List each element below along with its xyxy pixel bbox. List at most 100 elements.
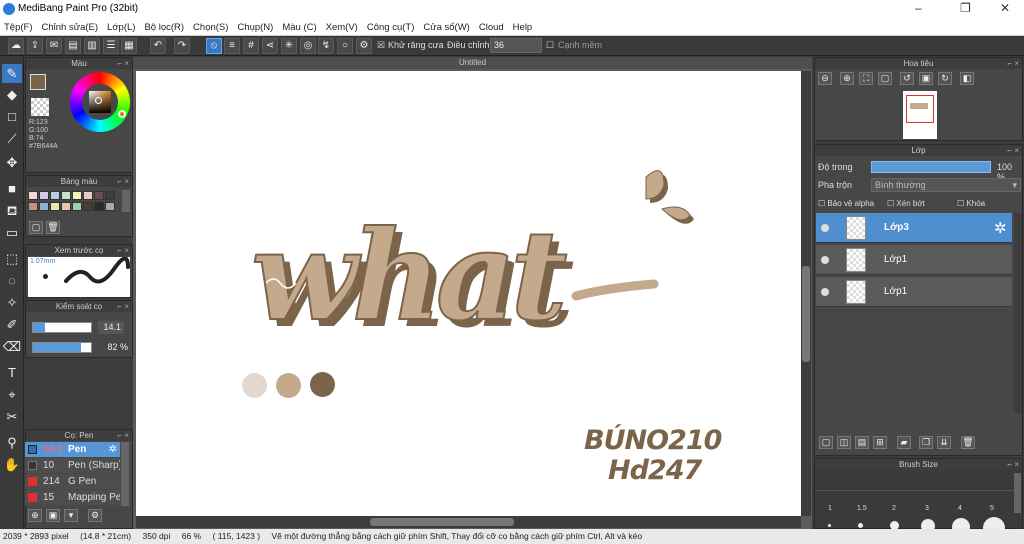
- brush-item-mapping-pen[interactable]: 15 Mapping Pen: [25, 490, 120, 505]
- select-pen-tool-icon[interactable]: ✐: [2, 315, 22, 334]
- transparent-color-swatch[interactable]: [31, 98, 49, 116]
- zoom-out-icon[interactable]: ⊖: [818, 72, 832, 85]
- visibility-icon[interactable]: [821, 288, 829, 296]
- document-tab[interactable]: Untitled: [133, 57, 812, 69]
- zoom-in-icon[interactable]: ⊕: [840, 72, 854, 85]
- divide-tool-icon[interactable]: ✂: [2, 407, 22, 426]
- brush-size-row-small[interactable]: [815, 471, 1022, 491]
- magic-wand-tool-icon[interactable]: ✧: [2, 293, 22, 312]
- palette-color-swatch[interactable]: [50, 202, 60, 211]
- brush-item-pen-sharp[interactable]: 10 Pen (Sharp): [25, 458, 120, 473]
- palette-color-swatch[interactable]: [83, 202, 93, 211]
- close-button[interactable]: ✕: [1000, 1, 1010, 15]
- palette-color-swatch[interactable]: [72, 202, 82, 211]
- panel-close-icon[interactable]: ⌐ ×: [117, 58, 129, 69]
- bucket-tool-icon[interactable]: ⛾: [2, 201, 22, 220]
- circle-snap-icon[interactable]: ◎: [300, 38, 316, 54]
- delete-palette-icon[interactable]: 🗑: [46, 221, 60, 234]
- delete-layer-icon[interactable]: 🗑: [961, 436, 975, 449]
- parallel-snap-icon[interactable]: ≡: [224, 38, 240, 54]
- grid-icon[interactable]: ▦: [121, 38, 137, 54]
- brush-opacity-slider[interactable]: [32, 342, 92, 353]
- layer-row-layer3[interactable]: Lớp3 ✲: [816, 213, 1012, 243]
- visibility-icon[interactable]: [821, 224, 829, 232]
- palette-color-swatch[interactable]: [61, 202, 71, 211]
- maximize-button[interactable]: ❐: [960, 1, 971, 15]
- horizontal-scroll-thumb[interactable]: [370, 518, 514, 526]
- select-rect-tool-icon[interactable]: ⬚: [2, 249, 22, 268]
- brush-tool-icon[interactable]: ✎: [2, 64, 22, 83]
- blend-mode-select[interactable]: Bình thường ▾: [871, 178, 1021, 192]
- menu-file[interactable]: Tệp(F): [4, 22, 33, 33]
- operation-tool-icon[interactable]: ⌖: [2, 385, 22, 404]
- eyedropper-tool-icon[interactable]: ⚲: [2, 433, 22, 452]
- list-icon[interactable]: ☰: [103, 38, 119, 54]
- palette-color-swatch[interactable]: [50, 191, 60, 200]
- palette-color-swatch[interactable]: [61, 191, 71, 200]
- protect-alpha-checkbox[interactable]: ☐ Bảo vệ alpha: [818, 199, 874, 208]
- add-brush-icon[interactable]: ⊕: [28, 509, 42, 522]
- layer-opacity-slider[interactable]: [871, 161, 991, 173]
- new-halftone-layer-icon[interactable]: ◫: [837, 436, 851, 449]
- lock-checkbox[interactable]: ☐ Khóa: [957, 199, 985, 208]
- hue-handle[interactable]: [118, 110, 126, 118]
- merge-down-icon[interactable]: ⇊: [937, 436, 951, 449]
- perspective-snap-icon[interactable]: ⋖: [262, 38, 278, 54]
- palette-color-swatch[interactable]: [39, 202, 49, 211]
- canvas-paper[interactable]: what what BÚNO210 Hd247: [136, 71, 801, 516]
- menu-view[interactable]: Xem(V): [326, 22, 358, 33]
- new-layer-menu-icon[interactable]: ⊞: [873, 436, 887, 449]
- comment-icon[interactable]: ✉: [46, 38, 62, 54]
- gradient-tool-icon[interactable]: ▭: [2, 223, 22, 242]
- document-icon[interactable]: ▥: [84, 38, 100, 54]
- palette-color-swatch[interactable]: [83, 191, 93, 200]
- clip-checkbox[interactable]: ☐ Xén bớt: [887, 199, 925, 208]
- layer-row-layer1b[interactable]: Lớp1: [816, 277, 1012, 307]
- ellipse-snap-icon[interactable]: ○: [337, 38, 353, 54]
- eraser-tool-icon[interactable]: ◆: [2, 85, 22, 104]
- duplicate-layer-icon[interactable]: ❐: [919, 436, 933, 449]
- copy-brush-icon[interactable]: ▣: [46, 509, 60, 522]
- palette-color-swatch[interactable]: [39, 191, 49, 200]
- menu-color[interactable]: Màu (C): [282, 22, 316, 33]
- undo-icon[interactable]: ↶: [150, 38, 166, 54]
- rectangle-tool-icon[interactable]: □: [2, 107, 22, 126]
- brush-settings-icon[interactable]: ✲: [109, 442, 117, 457]
- color-picker-handle[interactable]: [95, 97, 102, 104]
- menu-select[interactable]: Chọn(S): [193, 22, 228, 33]
- menu-snap[interactable]: Chụp(N): [237, 22, 273, 33]
- vertical-scroll-thumb[interactable]: [802, 266, 810, 362]
- hand-tool-icon[interactable]: ✋: [2, 455, 22, 474]
- antialias-checkbox-icon[interactable]: ☒: [377, 40, 385, 51]
- palette-color-swatch[interactable]: [94, 191, 104, 200]
- palette-color-swatch[interactable]: [94, 202, 104, 211]
- primary-color-swatch[interactable]: [30, 74, 46, 90]
- brush-item-pen[interactable]: 14.1 Pen ✲: [25, 442, 120, 457]
- fill-rect-tool-icon[interactable]: ■: [2, 179, 22, 198]
- reset-rotation-icon[interactable]: ▣: [919, 72, 933, 85]
- panel-close-icon[interactable]: ⌐ ×: [1007, 459, 1019, 470]
- minimize-button[interactable]: –: [915, 1, 922, 15]
- navigator-thumbnail[interactable]: [903, 91, 937, 139]
- fit-icon[interactable]: ⛶: [859, 72, 873, 85]
- actual-size-icon[interactable]: ▢: [878, 72, 892, 85]
- smooth-checkbox-icon[interactable]: ☐: [546, 40, 554, 51]
- flip-icon[interactable]: ◧: [960, 72, 974, 85]
- palette-color-swatch[interactable]: [105, 191, 115, 200]
- panel-close-icon[interactable]: ⌐ ×: [117, 430, 129, 441]
- new-8bit-layer-icon[interactable]: ▤: [855, 436, 869, 449]
- brush-menu-icon[interactable]: ▾: [64, 509, 78, 522]
- rotate-left-icon[interactable]: ↺: [900, 72, 914, 85]
- panel-close-icon[interactable]: ⌐ ×: [1007, 145, 1019, 156]
- brush-size-slider[interactable]: [32, 322, 92, 333]
- curve-snap-icon[interactable]: ↯: [318, 38, 334, 54]
- brush-size-scrollbar[interactable]: [1014, 473, 1021, 513]
- cloud-icon[interactable]: ☁: [8, 38, 24, 54]
- brush-list-scrollbar[interactable]: [121, 442, 129, 506]
- layer-settings-icon[interactable]: ✲: [994, 219, 1007, 237]
- palette-color-swatch[interactable]: [28, 202, 38, 211]
- chat-icon[interactable]: ▤: [65, 38, 81, 54]
- lasso-tool-icon[interactable]: ◌: [2, 271, 22, 290]
- palette-color-swatch[interactable]: [72, 191, 82, 200]
- menu-filter[interactable]: Bộ lọc(R): [144, 22, 184, 33]
